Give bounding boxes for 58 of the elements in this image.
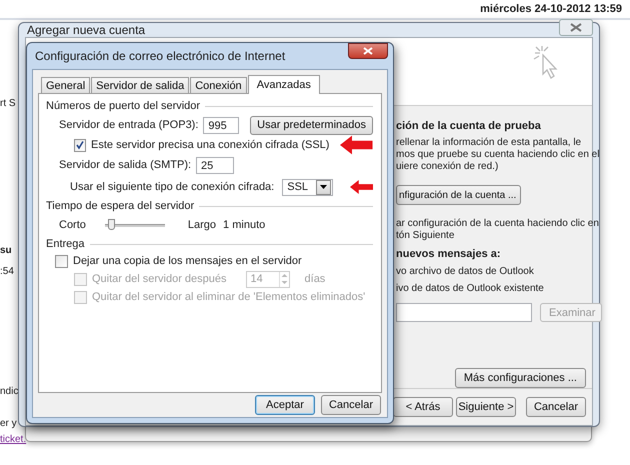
close-button[interactable] — [348, 43, 388, 59]
wizard-button[interactable]: Cancelar — [526, 397, 586, 417]
field-label: Servidor de salida (SMTP): — [59, 159, 192, 171]
option-label[interactable]: ivo de datos de Outlook existente — [396, 283, 544, 295]
group-title: Tiempo de espera del servidor — [46, 200, 194, 212]
test-settings-button[interactable]: nfiguración de la cuenta ... — [396, 185, 522, 205]
dialog-button[interactable]: Cancelar — [321, 395, 381, 415]
defaults-button[interactable]: Usar predeterminados — [250, 116, 373, 134]
spinner-arrows-icon — [280, 272, 289, 286]
text-fragment: rt S — [0, 98, 16, 109]
checkbox-label: Quitar del servidor después — [92, 273, 227, 285]
section-heading: ción de la cuenta de prueba — [396, 120, 541, 132]
group-title: Entrega — [46, 238, 85, 250]
tab[interactable]: Servidor de salida — [91, 77, 190, 93]
arrow-icon — [340, 134, 373, 156]
slider-thumb[interactable] — [108, 219, 115, 230]
text-line: ar configuración de la cuenta haciendo clic en — [396, 218, 599, 230]
encryption-dropdown[interactable]: SSL — [282, 178, 333, 196]
tab[interactable]: General — [41, 77, 90, 93]
group-title: Números de puerto del servidor — [46, 100, 200, 112]
text-line: tón Siguiente — [396, 230, 454, 242]
text-line: uiere conexión de red.) — [396, 161, 498, 173]
text-line: rellenar la información de esta pantalla, le — [396, 137, 582, 149]
text-line: mos que pruebe su cuenta haciendo clic en el — [396, 149, 600, 161]
path-field[interactable] — [396, 303, 532, 322]
tab[interactable]: Avanzadas — [248, 75, 320, 94]
slider-reading: 1 minuto — [223, 219, 266, 231]
window-title: Agregar nueva cuenta — [27, 23, 146, 37]
text-fragment: ndic — [0, 386, 18, 397]
wizard-button[interactable]: < Atrás — [393, 397, 453, 417]
close-icon — [570, 22, 582, 32]
timeout-slider[interactable] — [104, 219, 165, 231]
slider-max-label: Largo — [188, 219, 216, 231]
date-time: miércoles 24-10-2012 13:59 — [480, 3, 622, 15]
heading-text: su — [0, 245, 12, 256]
close-icon — [363, 47, 373, 55]
checkbox[interactable] — [55, 254, 68, 268]
checkbox-label: Dejar una copia de los mensajes en el servidor — [73, 255, 302, 267]
dropdown-arrow-icon — [320, 185, 327, 189]
port-field[interactable]: 25 — [196, 156, 234, 174]
wizard-button[interactable]: Siguiente > — [456, 397, 516, 417]
more-settings-button[interactable]: Más configuraciones ... — [454, 368, 586, 388]
text-fragment: er y — [0, 418, 17, 429]
field-label: Servidor de entrada (POP3): — [59, 119, 198, 131]
section-heading: nuevos mensajes a: — [396, 248, 501, 260]
dialog-button[interactable]: Aceptar — [255, 395, 315, 415]
tab[interactable]: Conexión — [190, 77, 247, 93]
text-fragment: :54 — [0, 266, 14, 277]
checkbox-label: Quitar del servidor al eliminar de 'Elementos eliminados' — [92, 291, 366, 303]
port-field[interactable]: 995 — [203, 116, 240, 134]
dialog-title: Configuración de correo electrónico de Internet — [35, 49, 286, 63]
slider-min-label: Corto — [59, 219, 86, 231]
unit-label: días — [304, 273, 326, 285]
option-label[interactable]: vo archivo de datos de Outlook — [396, 266, 534, 278]
link[interactable]: ticket. — [0, 434, 26, 445]
field-label: Usar el siguiente tipo de conexión cifrada: — [70, 181, 274, 193]
checkbox-label: Este servidor precisa una conexión cifrada (SSL) — [91, 139, 330, 151]
checkbox[interactable] — [74, 138, 86, 152]
